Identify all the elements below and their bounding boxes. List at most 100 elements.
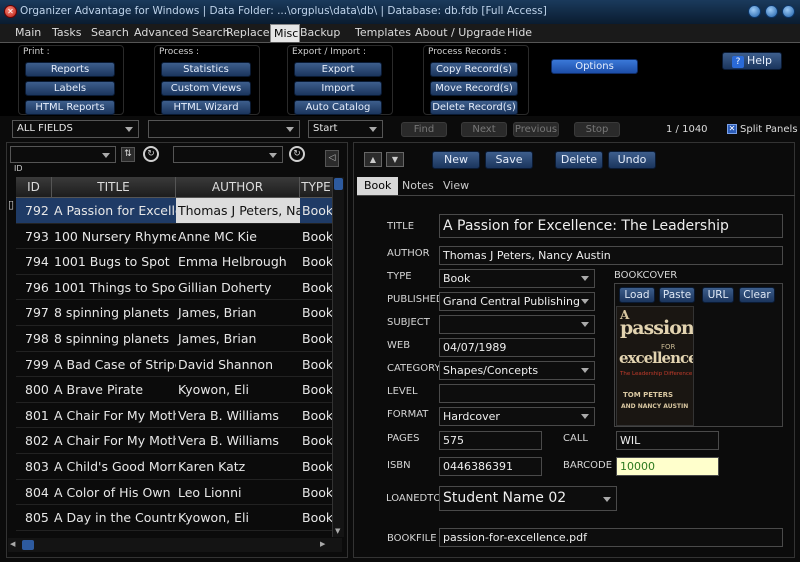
close-button[interactable] (782, 5, 795, 18)
hscroll-thumb[interactable] (22, 540, 34, 550)
refresh-icon[interactable]: ↻ (143, 146, 159, 162)
type-select[interactable]: Book (439, 269, 595, 288)
subject-select[interactable] (439, 315, 595, 334)
tab-notes[interactable]: Notes (395, 177, 441, 195)
previous-button[interactable]: Previous (513, 122, 559, 137)
barcode-label: BARCODE (563, 460, 613, 471)
minimize-button[interactable] (748, 5, 761, 18)
match-select[interactable]: Start (308, 120, 383, 138)
vertical-scrollbar[interactable]: ▼ (332, 177, 344, 537)
author-cell: James, Brian (178, 305, 257, 321)
delete-records-button[interactable]: Delete Record(s) (430, 100, 518, 115)
cover-clear-button[interactable]: Clear (739, 287, 775, 303)
table-row[interactable]: 805 A Day in the Country Kyowon, Eli Book (16, 505, 332, 531)
table-row[interactable]: 798 8 spinning planets James, Brian Book (16, 326, 332, 352)
cover-paste-button[interactable]: Paste (659, 287, 695, 303)
title-field[interactable]: A Passion for Excellence: The Leadership (439, 214, 783, 238)
scrollbar-thumb[interactable] (334, 178, 343, 190)
table-row[interactable]: 794 1001 Bugs to Spot Emma Helbrough Book (16, 249, 332, 275)
scroll-right-icon[interactable]: ▶ (320, 540, 325, 548)
tab-book[interactable]: Book (357, 177, 399, 195)
auto-catalog-button[interactable]: Auto Catalog (294, 100, 382, 115)
field-select[interactable]: ALL FIELDS (12, 120, 139, 138)
table-row[interactable]: 804 A Color of His Own Leo Lionni Book (16, 480, 332, 506)
scroll-left-icon[interactable]: ◀ (10, 540, 15, 548)
category-select[interactable]: Shapes/Concepts (439, 361, 595, 380)
previous-record-icon[interactable]: ▲ (364, 152, 382, 167)
column-type[interactable]: TYPE (300, 177, 332, 198)
maximize-button[interactable] (765, 5, 778, 18)
table-row[interactable]: 792 A Passion for ExcellenceThomas J Pete… (16, 198, 332, 224)
undo-button[interactable]: Undo (608, 151, 656, 169)
labels-button[interactable]: Labels (25, 81, 115, 96)
delete-button[interactable]: Delete (555, 151, 603, 169)
options-button[interactable]: Options (551, 59, 638, 74)
move-records-button[interactable]: Move Record(s) (430, 81, 518, 96)
web-field[interactable]: 04/07/1989 (439, 338, 595, 357)
collapse-panel-icon[interactable]: ◁ (325, 150, 339, 167)
barcode-field[interactable]: 10000 (616, 457, 719, 476)
save-button[interactable]: Save (485, 151, 533, 169)
statistics-button[interactable]: Statistics (161, 62, 251, 77)
cover-load-button[interactable]: Load (619, 287, 655, 303)
table-row[interactable]: 802 A Chair For My MotherVera B. Williams… (16, 428, 332, 454)
menu-replace[interactable]: Replace (223, 24, 273, 42)
filter-field-combo[interactable] (10, 146, 116, 163)
menu-misc[interactable]: Misc (270, 24, 300, 42)
menu-main[interactable]: Main (12, 24, 44, 42)
column-title[interactable]: TITLE (52, 177, 176, 198)
level-field[interactable] (439, 384, 595, 403)
html-wizard-button[interactable]: HTML Wizard (161, 100, 251, 115)
new-button[interactable]: New (432, 151, 480, 169)
sort-icon[interactable]: ⇅ (121, 147, 135, 162)
menu-tasks[interactable]: Tasks (49, 24, 84, 42)
call-field[interactable]: WIL (616, 431, 719, 450)
html-reports-button[interactable]: HTML Reports (25, 100, 115, 115)
export-button[interactable]: Export (294, 62, 382, 77)
published-select[interactable]: Grand Central Publishing (439, 292, 595, 311)
menu-advanced-search[interactable]: Advanced Search (131, 24, 233, 42)
column-author[interactable]: AUTHOR (176, 177, 300, 198)
cover-url-button[interactable]: URL (702, 287, 734, 303)
author-field[interactable]: Thomas J Peters, Nancy Austin (439, 246, 783, 265)
app-icon[interactable]: ✕ (4, 5, 17, 18)
horizontal-scrollbar[interactable]: ◀ ▶ (8, 538, 342, 552)
import-button[interactable]: Import (294, 81, 382, 96)
menu-hide[interactable]: Hide (504, 24, 535, 42)
column-id[interactable]: ID (16, 177, 52, 198)
filter-value-combo[interactable] (173, 146, 283, 163)
stop-button[interactable]: Stop (574, 122, 620, 137)
search-value-combo[interactable] (148, 120, 300, 138)
next-button[interactable]: Next (461, 122, 507, 137)
apply-filter-icon[interactable]: ↻ (289, 146, 305, 162)
table-row[interactable]: 803 A Child's Good MorningKaren Katz Book (16, 454, 332, 480)
isbn-field[interactable]: 0446386391 (439, 457, 542, 476)
id-cell: 799 (25, 356, 49, 372)
menu-templates[interactable]: Templates (352, 24, 414, 42)
custom-views-button[interactable]: Custom Views (161, 81, 251, 96)
table-row[interactable]: 800 A Brave Pirate Kyowon, Eli Book (16, 377, 332, 403)
menu-backup[interactable]: Backup (297, 24, 343, 42)
format-select[interactable]: Hardcover (439, 407, 595, 426)
split-panels-checkbox[interactable]: ✕ (727, 124, 737, 134)
table-row[interactable]: 797 8 spinning planets James, Brian Book (16, 300, 332, 326)
table-row[interactable]: 801 A Chair For My MotherVera B. Williams… (16, 403, 332, 429)
pages-label: PAGES (387, 433, 420, 444)
pages-field[interactable]: 575 (439, 431, 542, 450)
table-row[interactable]: 799 A Bad Case of Stripes David Shannon Boo… (16, 352, 332, 378)
help-button[interactable]: ? Help (722, 52, 782, 70)
export-import-group-label: Export / Import : (292, 47, 366, 57)
loanedto-select[interactable]: Student Name 02 (439, 486, 617, 511)
tab-view[interactable]: View (436, 177, 476, 195)
table-row[interactable]: 796 1001 Things to Spot Gillian Doherty Boo… (16, 275, 332, 301)
bookfile-field[interactable]: passion-for-excellence.pdf (439, 528, 783, 547)
copy-records-button[interactable]: Copy Record(s) (430, 62, 518, 77)
table-row[interactable]: 793 100 Nursery Rhymes Anne MC Kie Book (16, 224, 332, 250)
menu-about-upgrade[interactable]: About / Upgrade (412, 24, 508, 42)
reports-button[interactable]: Reports (25, 62, 115, 77)
menu-search[interactable]: Search (88, 24, 132, 42)
next-record-icon[interactable]: ▼ (386, 152, 404, 167)
tab-divider (357, 195, 795, 196)
find-button[interactable]: Find (401, 122, 447, 137)
scroll-down-icon[interactable]: ▼ (335, 527, 340, 535)
